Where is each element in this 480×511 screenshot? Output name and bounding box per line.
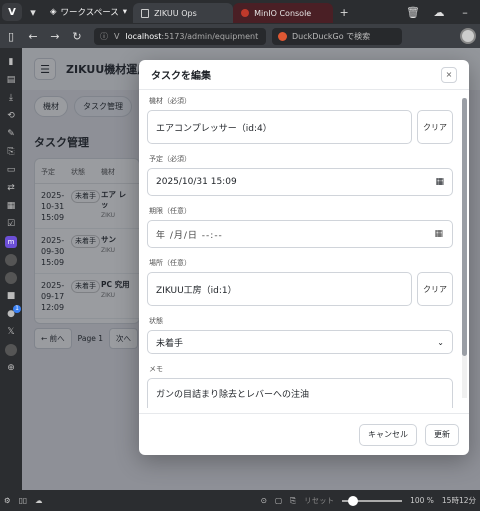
duckduckgo-icon bbox=[278, 31, 287, 41]
minio-favicon-icon bbox=[241, 9, 250, 17]
side-panel: ▮ ▤ ⤓ ⟲ ✎ ⎘ ▭ ⇄ ▦ ☑ m ■ ● 𝕏 ⊕ bbox=[0, 48, 22, 490]
capture-icon[interactable]: ⊙ bbox=[261, 496, 267, 505]
page-icon bbox=[141, 8, 150, 18]
equipment-field[interactable]: エアコンプレッサー（id:4） bbox=[147, 110, 412, 144]
tasks-icon[interactable]: ☑ bbox=[5, 218, 17, 230]
status-value: 未着手 bbox=[156, 338, 184, 349]
chevron-down-icon[interactable]: ▾ bbox=[22, 1, 44, 23]
modal-body: 機材（必須） エアコンプレッサー（id:4） クリア 予定（必須） 2025/1… bbox=[139, 90, 461, 408]
close-button[interactable]: × bbox=[441, 66, 457, 83]
web-panel-icon[interactable]: ■ bbox=[5, 290, 17, 302]
notification-icon[interactable]: ● bbox=[5, 305, 21, 320]
vivaldi-v-icon: V bbox=[114, 31, 120, 41]
mail-icon[interactable]: m bbox=[5, 236, 17, 248]
due-datetime-field[interactable]: 年 /月/日 --:-- ▦ bbox=[147, 220, 453, 248]
modal-title: タスクを編集 bbox=[151, 71, 211, 82]
web-page: ☰ ZIKUU機材運用 機材 タスク管理 タスク管理 予定 状態 機材 2025… bbox=[22, 48, 480, 490]
zoom-slider[interactable] bbox=[342, 495, 403, 506]
zoom-slider-knob[interactable] bbox=[348, 495, 359, 506]
status-bar: ⚙ ▯▯ ☁ ⊙ ▢ ⎘ リセット 100 % 15時12分 bbox=[0, 490, 480, 511]
equipment-label: 機材（必須） bbox=[149, 97, 191, 105]
downloads-icon[interactable]: ⤓ bbox=[5, 92, 17, 104]
status-label: 状態 bbox=[149, 317, 163, 325]
settings-icon[interactable]: ⚙ bbox=[4, 496, 11, 505]
memo-textarea[interactable]: ガンの目詰まり除去とレバーへの注油 bbox=[147, 378, 453, 408]
location-field[interactable]: ZIKUU工房（id:1） bbox=[147, 272, 412, 306]
cloud-icon[interactable]: ☁ bbox=[428, 1, 450, 23]
modal-footer: キャンセル 更新 bbox=[139, 413, 469, 455]
tab-minio-console[interactable]: MinIO Console bbox=[233, 3, 334, 23]
scheduled-datetime-field[interactable]: 2025/10/31 15:09 ▦ bbox=[147, 168, 453, 196]
web-panel-icon[interactable] bbox=[5, 344, 17, 356]
window-panel-icon[interactable]: ▭ bbox=[5, 164, 17, 176]
address-bar: ▯ ← → ↻ ⓘ V localhost:5173/admin/equipme… bbox=[0, 24, 480, 48]
cloud-sync-icon[interactable]: ☁ bbox=[35, 496, 43, 505]
edit-task-modal: タスクを編集 × 機材（必須） エアコンプレッサー（id:4） クリア 予定（必… bbox=[139, 60, 469, 455]
chevron-down-icon: ⌄ bbox=[437, 337, 444, 347]
sync-icon[interactable]: ⇄ bbox=[5, 182, 17, 194]
reload-button[interactable]: ↻ bbox=[66, 25, 88, 47]
profile-avatar[interactable] bbox=[460, 28, 476, 44]
clock: 15時12分 bbox=[441, 496, 476, 505]
scheduled-value: 2025/10/31 15:09 bbox=[156, 177, 237, 187]
workspace-switcher[interactable]: ◈ ワークスペース ▾ bbox=[44, 6, 133, 18]
workspace-label: ワークスペース bbox=[60, 8, 119, 18]
modal-header: タスクを編集 × bbox=[139, 60, 469, 90]
calendar-icon[interactable]: ▦ bbox=[434, 229, 444, 239]
tab-title: ZIKUU Ops bbox=[154, 8, 197, 18]
tile-icon[interactable]: ▢ bbox=[275, 496, 282, 505]
forward-button[interactable]: → bbox=[44, 25, 66, 47]
location-label: 場所（任意） bbox=[149, 259, 191, 267]
web-panel-icon[interactable] bbox=[5, 272, 17, 284]
search-field[interactable]: DuckDuckGo で検索 bbox=[272, 27, 402, 45]
trash-icon[interactable]: 🗑 bbox=[402, 1, 424, 23]
workspace-icon: ◈ bbox=[50, 7, 57, 17]
reading-list-icon[interactable]: ▤ bbox=[5, 74, 17, 86]
url-host: localhost bbox=[125, 31, 162, 41]
site-info-icon[interactable]: ⓘ bbox=[100, 31, 108, 42]
web-panel-icon[interactable] bbox=[5, 254, 17, 266]
vivaldi-menu-icon[interactable]: V bbox=[2, 3, 22, 21]
new-tab-button[interactable]: + bbox=[333, 1, 355, 23]
chevron-down-icon: ▾ bbox=[122, 7, 128, 17]
translate-icon[interactable]: ⎘ bbox=[5, 146, 17, 158]
page-actions-icon[interactable]: ⎘ bbox=[290, 496, 296, 506]
url-path: :5173/admin/equipment bbox=[161, 31, 259, 41]
minimize-button[interactable]: – bbox=[454, 1, 476, 23]
calendar-icon[interactable]: ▦ bbox=[5, 200, 17, 212]
status-select[interactable]: 未着手 ⌄ bbox=[147, 330, 453, 354]
scheduled-label: 予定（必須） bbox=[149, 155, 191, 163]
location-clear-button[interactable]: クリア bbox=[417, 272, 453, 306]
due-label: 期限（任意） bbox=[149, 207, 191, 215]
zoom-reset-button[interactable]: リセット bbox=[304, 495, 334, 506]
history-icon[interactable]: ⟲ bbox=[5, 110, 17, 122]
search-placeholder: DuckDuckGo で検索 bbox=[292, 31, 371, 41]
modal-scrollbar[interactable] bbox=[462, 98, 467, 398]
panel-toggle-icon[interactable]: ▯ bbox=[0, 25, 22, 47]
x-icon[interactable]: 𝕏 bbox=[5, 326, 17, 338]
zoom-level: 100 % bbox=[410, 496, 434, 505]
equipment-clear-button[interactable]: クリア bbox=[417, 110, 453, 144]
calendar-icon[interactable]: ▦ bbox=[435, 177, 444, 187]
panel-toggle-icon[interactable]: ▯▯ bbox=[19, 496, 27, 505]
url-field[interactable]: ⓘ V localhost:5173/admin/equipment bbox=[94, 27, 266, 45]
add-panel-icon[interactable]: ⊕ bbox=[5, 362, 17, 374]
notes-icon[interactable]: ✎ bbox=[5, 128, 17, 140]
cancel-button[interactable]: キャンセル bbox=[359, 423, 417, 446]
back-button[interactable]: ← bbox=[22, 25, 44, 47]
update-button[interactable]: 更新 bbox=[425, 423, 459, 446]
tab-bar: V ▾ ◈ ワークスペース ▾ ZIKUU Ops MinIO Console … bbox=[0, 0, 480, 24]
tab-zikuu-ops[interactable]: ZIKUU Ops bbox=[133, 3, 234, 23]
due-placeholder: 年 /月/日 --:-- bbox=[156, 230, 223, 241]
bookmarks-icon[interactable]: ▮ bbox=[5, 56, 17, 68]
tab-title: MinIO Console bbox=[254, 8, 312, 18]
scrollbar-thumb[interactable] bbox=[462, 98, 467, 356]
memo-label: メモ bbox=[149, 365, 163, 373]
